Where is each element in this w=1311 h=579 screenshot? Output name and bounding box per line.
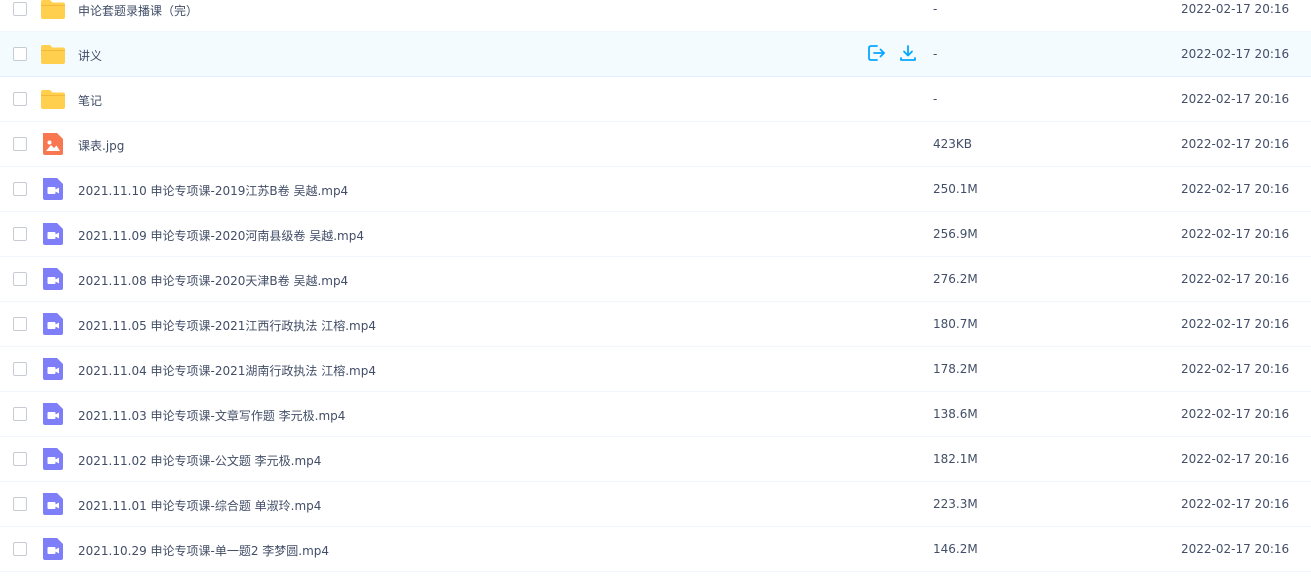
file-name[interactable]: 2021.11.09 申论专项课-2020河南县级卷 吴越.mp4: [78, 227, 364, 244]
file-row[interactable]: 2021.11.01 申论专项课-综合题 单淑玲.mp4 223.3M 2022-0…: [0, 482, 1311, 527]
file-modified-time: 2022-02-17 20:16: [1181, 497, 1290, 511]
file-name[interactable]: 2021.11.04 申论专项课-2021湖南行政执法 江榕.mp4: [78, 362, 376, 379]
video-icon: [40, 222, 66, 246]
row-checkbox[interactable]: [13, 317, 27, 331]
file-size: 276.2M: [933, 272, 978, 286]
file-name[interactable]: 讲义: [78, 47, 102, 64]
row-checkbox[interactable]: [13, 407, 27, 421]
file-name[interactable]: 申论套题录播课（完）: [78, 2, 198, 19]
file-row[interactable]: 讲义 - 2022-02-17 20:16: [0, 32, 1311, 77]
file-size: 423KB: [933, 137, 973, 151]
file-modified-time: 2022-02-17 20:16: [1181, 2, 1290, 16]
file-row[interactable]: 2021.11.04 申论专项课-2021湖南行政执法 江榕.mp4 178.2M…: [0, 347, 1311, 392]
file-name[interactable]: 2021.11.02 申论专项课-公文题 李元极.mp4: [78, 452, 321, 469]
row-checkbox[interactable]: [13, 272, 27, 286]
row-checkbox[interactable]: [13, 497, 27, 511]
file-name[interactable]: 课表.jpg: [78, 137, 124, 154]
file-modified-time: 2022-02-17 20:16: [1181, 182, 1290, 196]
video-icon: [40, 402, 66, 426]
file-modified-time: 2022-02-17 20:16: [1181, 47, 1290, 61]
file-list: 申论套题录播课（完） - 2022-02-17 20:16 讲义 - 2022-02-17…: [0, 0, 1311, 572]
file-size: 178.2M: [933, 362, 978, 376]
file-modified-time: 2022-02-17 20:16: [1181, 272, 1290, 286]
file-size: -: [933, 2, 938, 16]
folder-icon: [40, 42, 66, 66]
file-name[interactable]: 2021.11.05 申论专项课-2021江西行政执法 江榕.mp4: [78, 317, 376, 334]
file-modified-time: 2022-02-17 20:16: [1181, 407, 1290, 421]
row-checkbox[interactable]: [13, 362, 27, 376]
file-name[interactable]: 2021.11.03 申论专项课-文章写作题 李元极.mp4: [78, 407, 345, 424]
folder-icon: [40, 87, 66, 111]
video-icon: [40, 177, 66, 201]
download-icon[interactable]: [898, 43, 918, 63]
video-icon: [40, 537, 66, 561]
file-name[interactable]: 2021.11.08 申论专项课-2020天津B卷 吴越.mp4: [78, 272, 348, 289]
video-icon: [40, 447, 66, 471]
row-checkbox[interactable]: [13, 47, 27, 61]
file-row[interactable]: 2021.11.03 申论专项课-文章写作题 李元极.mp4 138.6M 2022…: [0, 392, 1311, 437]
file-modified-time: 2022-02-17 20:16: [1181, 362, 1290, 376]
file-row[interactable]: 2021.11.05 申论专项课-2021江西行政执法 江榕.mp4 180.7M…: [0, 302, 1311, 347]
row-checkbox[interactable]: [13, 227, 27, 241]
row-checkbox[interactable]: [13, 92, 27, 106]
row-checkbox[interactable]: [13, 137, 27, 151]
file-size: 223.3M: [933, 497, 978, 511]
file-modified-time: 2022-02-17 20:16: [1181, 137, 1290, 151]
file-row[interactable]: 2021.11.08 申论专项课-2020天津B卷 吴越.mp4 276.2M 20…: [0, 257, 1311, 302]
row-checkbox[interactable]: [13, 182, 27, 196]
file-name[interactable]: 2021.11.01 申论专项课-综合题 单淑玲.mp4: [78, 497, 321, 514]
file-name[interactable]: 2021.11.10 申论专项课-2019江苏B卷 吴越.mp4: [78, 182, 348, 199]
file-row[interactable]: 2021.11.02 申论专项课-公文题 李元极.mp4 182.1M 2022-0…: [0, 437, 1311, 482]
file-modified-time: 2022-02-17 20:16: [1181, 92, 1290, 106]
file-size: 180.7M: [933, 317, 978, 331]
file-row[interactable]: 2021.11.09 申论专项课-2020河南县级卷 吴越.mp4 256.9M 2…: [0, 212, 1311, 257]
file-size: -: [933, 92, 938, 106]
file-size: 138.6M: [933, 407, 978, 421]
file-modified-time: 2022-02-17 20:16: [1181, 227, 1290, 241]
file-row[interactable]: 课表.jpg 423KB 2022-02-17 20:16: [0, 122, 1311, 167]
folder-icon: [40, 0, 66, 21]
row-actions: [866, 43, 918, 63]
file-size: 256.9M: [933, 227, 978, 241]
file-size: -: [933, 47, 938, 61]
file-row[interactable]: 笔记 - 2022-02-17 20:16: [0, 77, 1311, 122]
file-row[interactable]: 申论套题录播课（完） - 2022-02-17 20:16: [0, 0, 1311, 32]
file-row[interactable]: 2021.10.29 申论专项课-单一题2 李梦圆.mp4 146.2M 2022-…: [0, 527, 1311, 572]
row-checkbox[interactable]: [13, 542, 27, 556]
video-icon: [40, 357, 66, 381]
video-icon: [40, 312, 66, 336]
file-name[interactable]: 2021.10.29 申论专项课-单一题2 李梦圆.mp4: [78, 542, 329, 559]
row-checkbox[interactable]: [13, 452, 27, 466]
file-row[interactable]: 2021.11.10 申论专项课-2019江苏B卷 吴越.mp4 250.1M 20…: [0, 167, 1311, 212]
row-checkbox[interactable]: [13, 2, 27, 16]
file-modified-time: 2022-02-17 20:16: [1181, 317, 1290, 331]
file-size: 146.2M: [933, 542, 978, 556]
video-icon: [40, 492, 66, 516]
video-icon: [40, 267, 66, 291]
image-icon: [40, 132, 66, 156]
file-size: 182.1M: [933, 452, 978, 466]
file-name[interactable]: 笔记: [78, 92, 102, 109]
file-size: 250.1M: [933, 182, 978, 196]
share-icon[interactable]: [866, 43, 886, 63]
file-modified-time: 2022-02-17 20:16: [1181, 542, 1290, 556]
file-modified-time: 2022-02-17 20:16: [1181, 452, 1290, 466]
